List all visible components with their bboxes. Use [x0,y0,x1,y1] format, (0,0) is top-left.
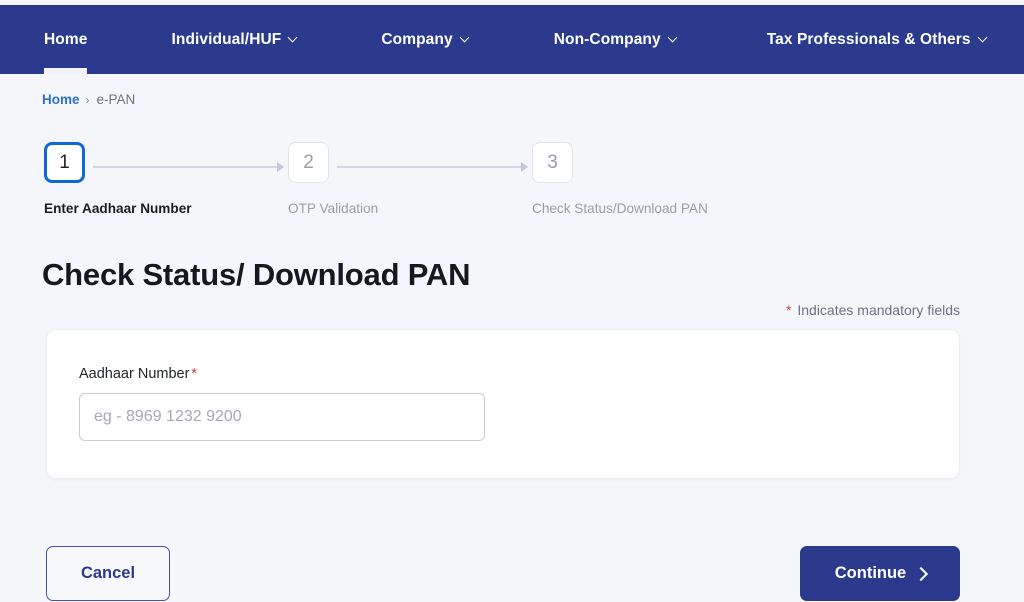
form-actions: Cancel Continue [0,546,1024,601]
arrow-right-icon [521,162,528,172]
breadcrumb-current-epan: e-PAN [96,92,136,107]
connector-line [337,166,527,168]
mandatory-fields-note: * Indicates mandatory fields [0,302,1024,318]
step-connector-1-to-2 [93,162,284,172]
continue-button-label: Continue [834,564,907,582]
step-3: 3 Check Status/Download PAN [532,142,732,219]
chevron-down-icon [461,34,470,43]
main-navigation: Home Individual/HUF Company Non-Company … [0,5,1024,74]
aadhaar-number-label: Aadhaar Number * [79,366,959,382]
continue-button[interactable]: Continue [800,546,960,601]
connector-line [93,166,283,168]
step-3-number: 3 [532,142,573,183]
nav-item-non-company[interactable]: Non-Company [554,5,678,74]
chevron-down-icon [289,34,298,43]
nav-item-tax-professionals-others-label: Tax Professionals & Others [766,30,971,48]
nav-item-home-label: Home [44,30,88,48]
nav-active-indicator [44,68,88,74]
chevron-right-icon [916,569,925,578]
step-3-label: Check Status/Download PAN [532,201,708,216]
nav-item-individual-huf-label: Individual/HUF [171,30,282,48]
step-connector-2-to-3 [337,162,528,172]
step-1: 1 Enter Aadhaar Number [44,142,288,219]
page-title: Check Status/ Download PAN [42,257,471,292]
nav-item-tax-professionals-others[interactable]: Tax Professionals & Others [767,5,988,74]
chevron-down-icon [669,34,678,43]
aadhaar-form-card: Aadhaar Number * [46,329,960,479]
breadcrumb-link-home[interactable]: Home [42,92,80,107]
step-2-label: OTP Validation [288,201,379,216]
nav-item-company-label: Company [381,30,453,48]
nav-item-company[interactable]: Company [381,5,469,74]
chevron-down-icon [979,34,988,43]
aadhaar-number-label-text: Aadhaar Number [79,366,190,382]
step-1-label: Enter Aadhaar Number [44,201,192,216]
step-2-number: 2 [288,142,329,183]
mandatory-fields-note-text: Indicates mandatory fields [793,302,960,318]
aadhaar-number-input[interactable] [79,393,485,441]
arrow-right-icon [277,162,284,172]
cancel-button[interactable]: Cancel [46,546,170,601]
breadcrumb: Home › e-PAN [0,74,1024,107]
nav-item-home[interactable]: Home [44,5,88,74]
required-asterisk-icon: * [191,366,198,382]
step-2: 2 OTP Validation [288,142,532,219]
required-asterisk-icon: * [786,302,792,318]
breadcrumb-separator-icon: › [85,92,90,107]
progress-stepper: 1 Enter Aadhaar Number 2 OTP Validation … [0,142,1024,247]
nav-item-individual-huf[interactable]: Individual/HUF [171,5,298,74]
nav-item-non-company-label: Non-Company [553,30,661,48]
step-1-number: 1 [44,142,85,183]
